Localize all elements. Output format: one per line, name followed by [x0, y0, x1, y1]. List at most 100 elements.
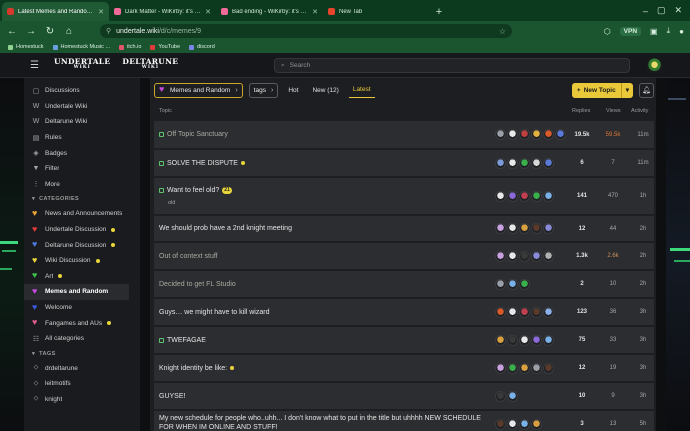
notification-bell-icon[interactable]: 🔔︎ — [639, 82, 654, 98]
reply-count[interactable]: 19.5k — [570, 132, 594, 138]
poster-avatar[interactable] — [507, 306, 518, 318]
sidebar-category[interactable]: News and Announcements — [24, 206, 140, 222]
topic-title[interactable]: Out of context stuff — [159, 253, 218, 260]
chevron-down-icon[interactable]: ▾ — [620, 82, 633, 98]
sidebar-item-discussions[interactable]: ▢ Discussions — [24, 83, 140, 99]
tab-hot[interactable]: Hot — [284, 83, 302, 98]
sidebar-category[interactable]: Wiki Discussion — [24, 253, 140, 269]
address-bar[interactable]: ⚲ undertale.wiki/d/c/memes/9 ☆ — [100, 24, 512, 38]
poster-avatar[interactable] — [495, 362, 506, 374]
topic-row[interactable]: Want to feel old? 21 old 141 470 1h — [154, 178, 654, 215]
poster-avatar[interactable] — [495, 278, 506, 290]
bookmark-star-icon[interactable]: ☆ — [499, 27, 506, 36]
back-icon[interactable]: ← — [6, 26, 18, 37]
tab-close-icon[interactable]: ✕ — [205, 8, 211, 16]
activity-time[interactable]: 2h — [631, 281, 655, 287]
topic-title[interactable]: Want to feel old? 21 — [159, 187, 232, 194]
poster-avatar[interactable] — [495, 129, 506, 140]
new-topic-button[interactable]: + New Topic ▾ — [571, 82, 633, 98]
activity-time[interactable]: 3h — [631, 393, 655, 399]
topic-row[interactable]: We should prob have a 2nd knight meeting… — [154, 216, 654, 242]
minimize-icon[interactable]: – — [643, 6, 648, 16]
poster-avatar[interactable] — [519, 129, 530, 140]
tags-heading[interactable]: ▾ TAGS — [24, 347, 140, 361]
poster-avatar[interactable] — [495, 190, 506, 202]
poster-avatar[interactable] — [543, 157, 554, 169]
poster-avatar[interactable] — [507, 278, 518, 290]
topic-title[interactable]: Guys… we might have to kill wizard — [159, 309, 269, 316]
sidebar-category[interactable]: Deltarune Discussion — [24, 237, 140, 253]
categories-heading[interactable]: ▾ CATEGORIES — [24, 192, 140, 206]
poster-avatar[interactable] — [507, 223, 518, 234]
topic-title[interactable]: Decided to get FL Studio — [159, 281, 236, 288]
poster-avatar[interactable] — [495, 223, 506, 234]
poster-avatar[interactable] — [543, 223, 554, 234]
reply-count[interactable]: 10 — [570, 393, 594, 399]
poster-avatar[interactable] — [531, 129, 542, 140]
reply-count[interactable]: 6 — [570, 160, 594, 166]
tab-new[interactable]: New (12) — [308, 83, 342, 98]
topic-row[interactable]: SOLVE THE DISPUTE 6 7 11m — [154, 150, 654, 177]
activity-time[interactable]: 1h — [631, 193, 655, 199]
activity-time[interactable]: 3h — [631, 337, 655, 343]
reply-count[interactable]: 75 — [570, 337, 594, 343]
menu-icon[interactable]: ☰ — [30, 60, 40, 71]
topic-title[interactable]: GUYSE! — [159, 393, 185, 400]
poster-avatar[interactable] — [519, 306, 530, 318]
undertale-wiki-logo[interactable]: UNDERTALE WIKI — [54, 58, 110, 71]
extensions-icon[interactable]: ⬡ — [604, 27, 611, 36]
topic-row[interactable]: Guys… we might have to kill wizard 123 36 3… — [154, 299, 654, 326]
poster-avatar[interactable] — [507, 190, 518, 202]
sidebar-item-badges[interactable]: ◈ Badges — [24, 145, 140, 161]
browser-tab[interactable]: Dark Matter - WiKirby: it's a wiki ✕ — [109, 2, 216, 21]
sidebar-item-deltarune-wiki[interactable]: W Deltarune Wiki — [24, 114, 140, 130]
topic-row[interactable]: TWEFAGAE 75 33 3h — [154, 327, 654, 354]
site-info-icon[interactable]: ⚲ — [106, 27, 111, 35]
poster-avatar[interactable] — [531, 418, 542, 430]
reply-count[interactable]: 2 — [570, 281, 594, 287]
poster-avatar[interactable] — [495, 390, 506, 402]
reload-icon[interactable]: ↻ — [44, 26, 56, 37]
activity-time[interactable]: 11m — [631, 160, 655, 166]
tab-close-icon[interactable]: ✕ — [98, 8, 104, 16]
poster-avatar[interactable] — [543, 362, 554, 374]
poster-avatar[interactable] — [519, 157, 530, 169]
bookmark-item[interactable]: Homestuck Music ... — [52, 44, 110, 50]
poster-avatar[interactable] — [507, 390, 518, 402]
poster-avatar[interactable] — [519, 362, 530, 374]
reply-count[interactable]: 12 — [570, 226, 594, 232]
user-avatar[interactable] — [647, 58, 662, 73]
maximize-icon[interactable]: ▢ — [657, 5, 666, 16]
activity-time[interactable]: 2h — [631, 226, 655, 232]
category-dropdown[interactable]: Memes and Random › — [154, 82, 243, 98]
deltarune-wiki-logo[interactable]: DELTARUNE WIKI — [122, 58, 178, 71]
poster-avatar[interactable] — [531, 190, 542, 202]
sidebar-category[interactable]: Art — [24, 269, 140, 285]
poster-avatar[interactable] — [543, 306, 554, 318]
topic-title[interactable]: Off Topic Sanctuary — [159, 131, 228, 138]
new-posts-badge[interactable]: 21 — [222, 187, 232, 194]
browser-tab[interactable]: Latest Memes and Random topics ✕ — [2, 2, 109, 21]
poster-avatar[interactable] — [507, 362, 518, 374]
topic-title[interactable]: SOLVE THE DISPUTE — [159, 160, 245, 167]
poster-avatar[interactable] — [531, 334, 542, 346]
sidebar-tag[interactable]: ⬦ drdeltarune — [24, 361, 140, 377]
browser-tab[interactable]: New Tab — [323, 2, 430, 21]
poster-avatar[interactable] — [495, 306, 506, 318]
poster-avatar[interactable] — [495, 157, 506, 169]
bookmark-item[interactable]: itch.io — [119, 44, 141, 50]
sidebar-category[interactable]: Welcome — [24, 300, 140, 316]
bookmark-item[interactable]: Homestuck — [8, 44, 44, 50]
topic-row[interactable]: My new schedule for people who..uhh... I… — [154, 411, 654, 431]
header-replies[interactable]: Replies — [572, 108, 590, 114]
downloads-icon[interactable]: ⤓ — [667, 26, 671, 36]
poster-avatar[interactable] — [495, 418, 506, 430]
poster-avatar[interactable] — [543, 129, 554, 140]
activity-time[interactable]: 3h — [631, 309, 655, 315]
poster-avatar[interactable] — [519, 418, 530, 430]
home-icon[interactable]: ⌂ — [63, 26, 75, 37]
browser-tab[interactable]: Bad ending - WiKirby: it's a wiki ✕ — [216, 2, 323, 21]
poster-avatar[interactable] — [531, 250, 542, 262]
header-activity[interactable]: Activity — [631, 108, 648, 114]
poster-avatar[interactable] — [495, 250, 506, 262]
